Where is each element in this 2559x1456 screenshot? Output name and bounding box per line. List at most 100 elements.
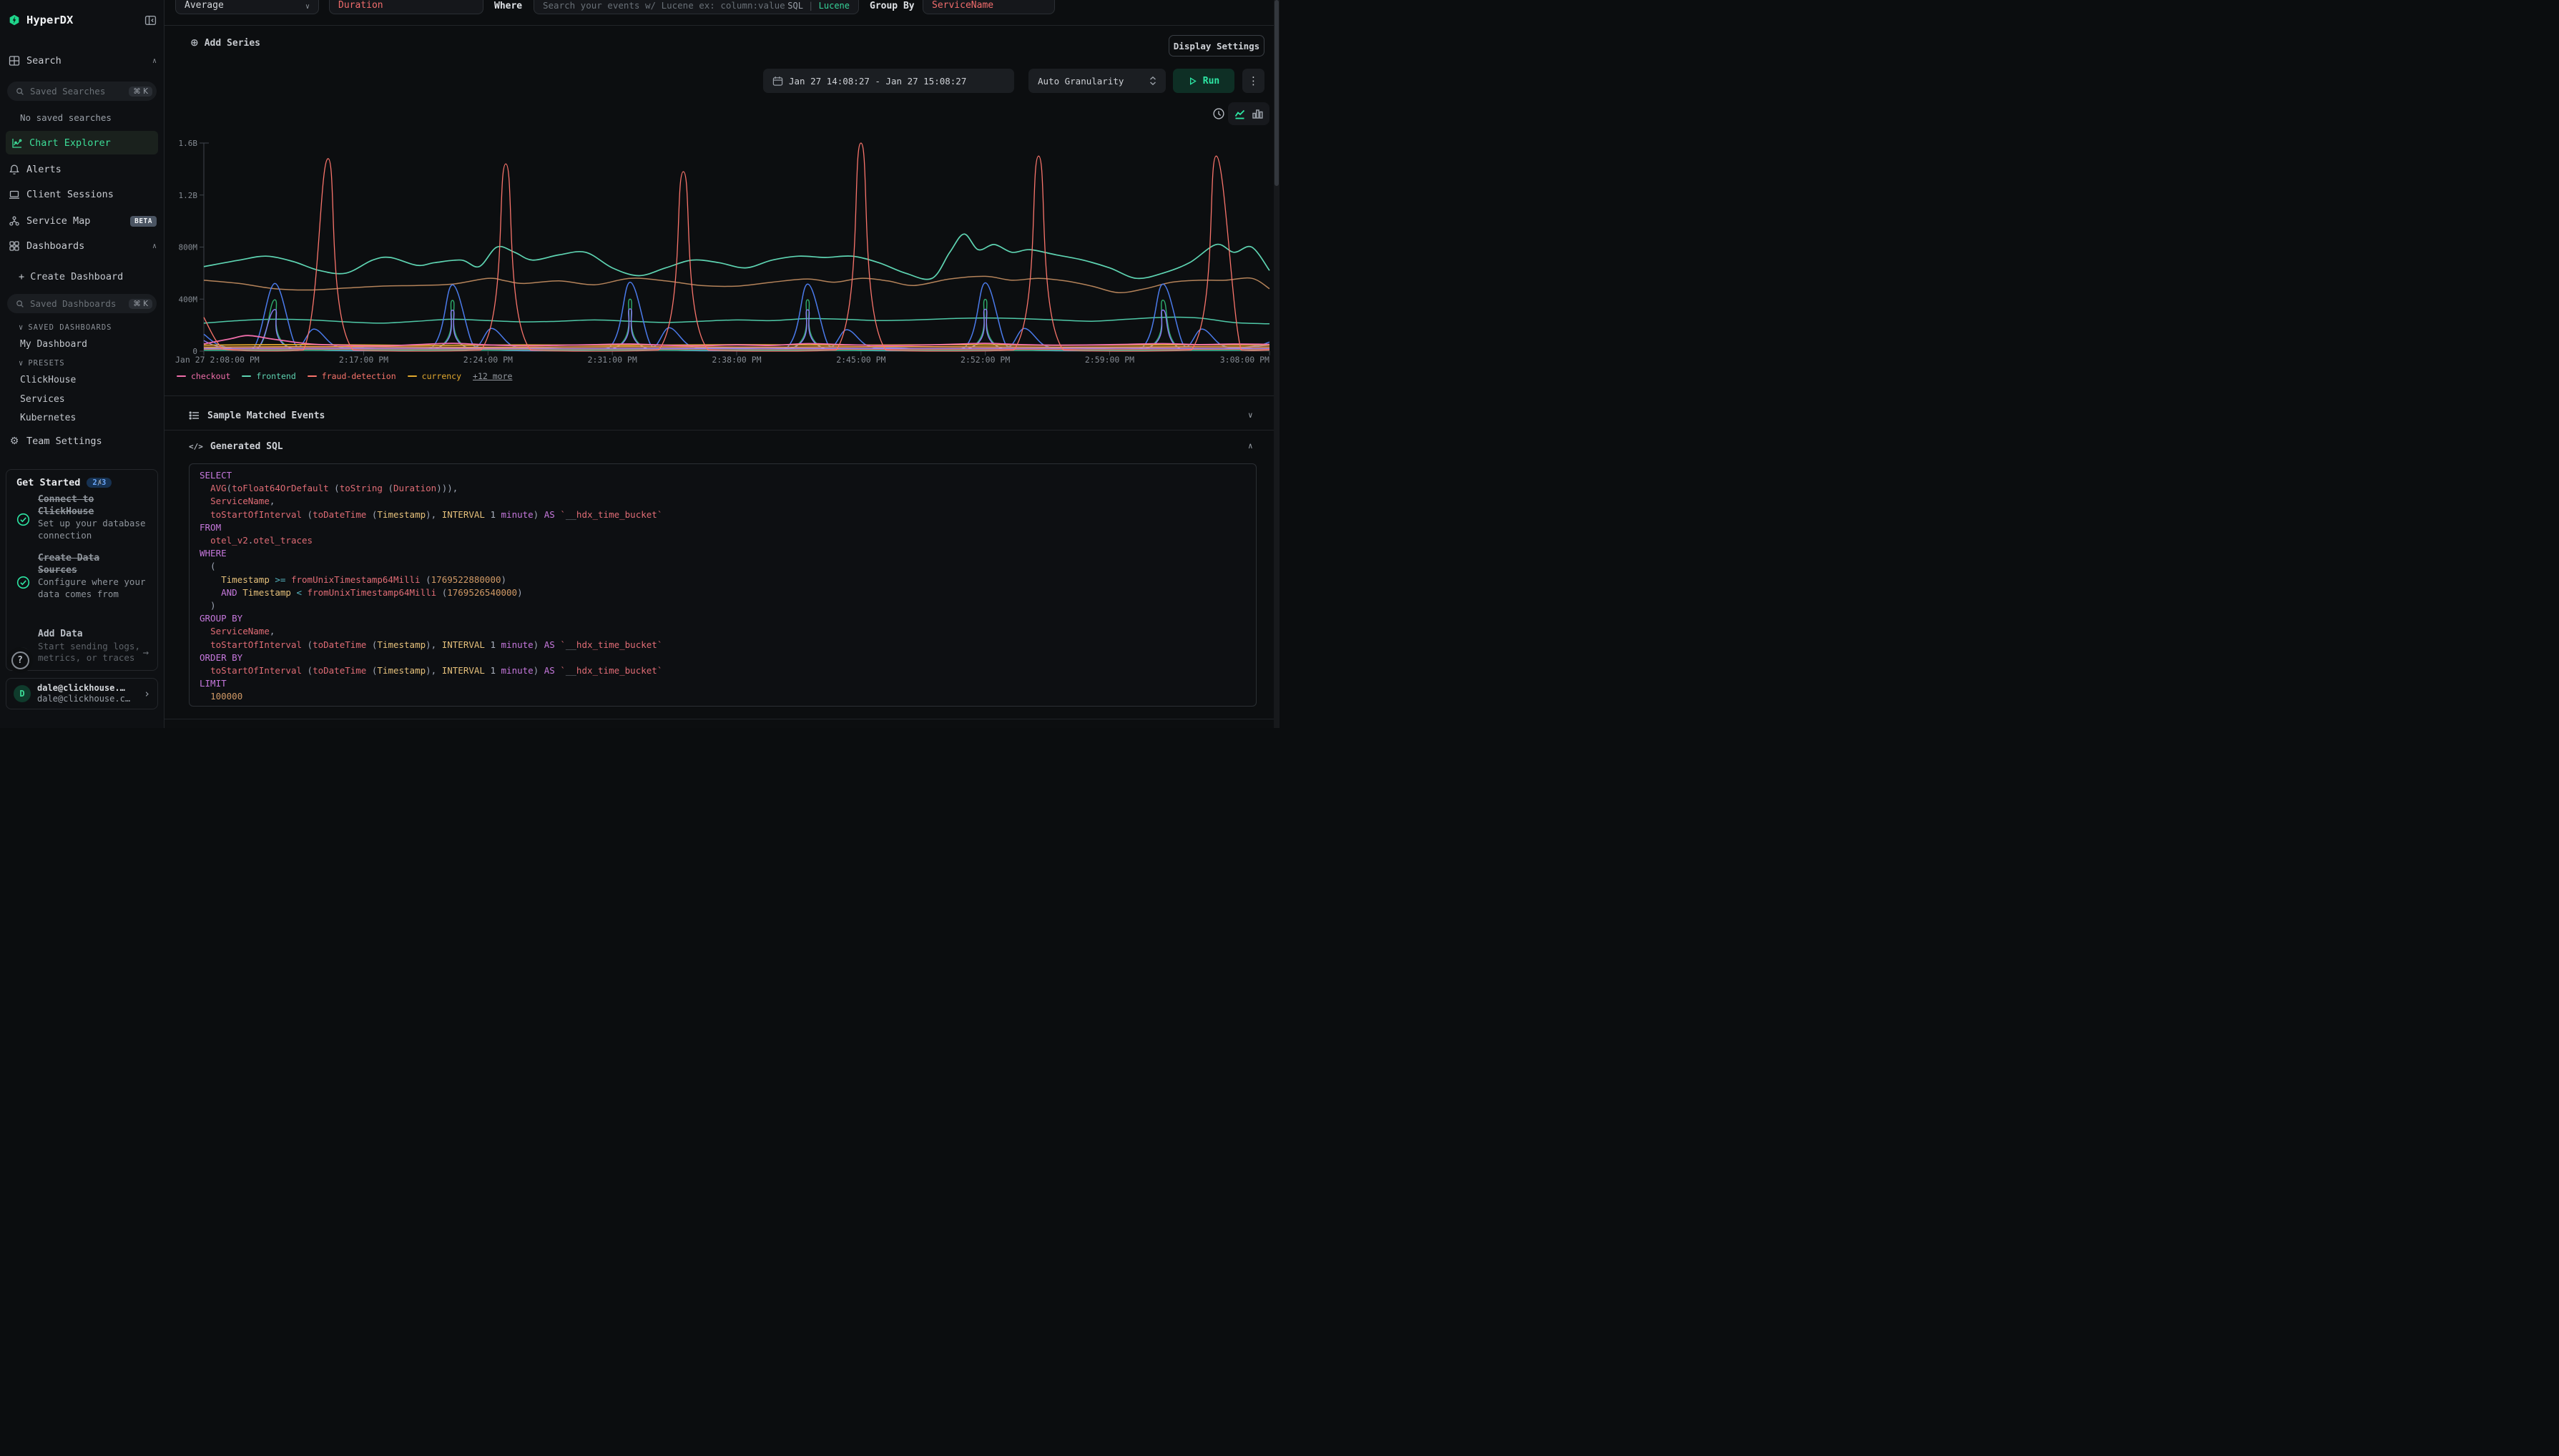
sidebar: HyperDX Search ∧ Saved Searches ⌘ K No s… [0, 0, 164, 728]
saved-searches-input[interactable]: Saved Searches ⌘ K [7, 82, 157, 101]
legend-label: checkout [191, 371, 230, 381]
sidebar-item-chart-explorer[interactable]: Chart Explorer [6, 131, 158, 154]
search-nav-icon [9, 55, 20, 67]
series-service-e [204, 282, 1269, 350]
scrollbar[interactable] [1274, 0, 1280, 728]
create-dashboard-button[interactable]: + Create Dashboard [19, 268, 157, 285]
user-email: dale@clickhouse.c… [37, 694, 130, 704]
sidebar-item-label: Service Map [26, 215, 90, 227]
sidebar-item-label: Client Sessions [26, 189, 114, 200]
x-axis-label: Jan 27 2:08:00 PM [175, 355, 260, 365]
sidebar-item-label: Search [26, 55, 62, 67]
sql-line: ServiceName, [200, 495, 1246, 508]
y-axis-label: 800M [179, 243, 198, 252]
bar-chart-icon[interactable] [1252, 108, 1264, 120]
generated-sql-code[interactable]: SELECT AVG(toFloat64OrDefault (toString … [189, 463, 1257, 707]
legend-label: fraud-detection [322, 371, 396, 381]
collapse-sidebar-button[interactable] [144, 14, 157, 26]
sidebar-item-clickhouse[interactable]: ClickHouse [20, 375, 76, 385]
sql-line: Timestamp >= fromUnixTimestamp64Milli (1… [200, 574, 1246, 586]
brand-row: HyperDX [9, 11, 157, 29]
legend-more-link[interactable]: +12 more [473, 371, 512, 381]
saved-dashboards-placeholder: Saved Dashboards [30, 298, 116, 309]
sidebar-item-dashboards[interactable]: Dashboards ∧ [9, 237, 157, 255]
help-button[interactable]: ? [7, 647, 33, 673]
chevron-down-icon: ∨ [19, 323, 24, 332]
granularity-select[interactable]: Auto Granularity [1028, 69, 1166, 93]
sidebar-item-team-settings[interactable]: ⚙ Team Settings [9, 433, 157, 450]
legend-item[interactable]: currency [408, 371, 461, 381]
arrow-right-icon: → [143, 647, 149, 659]
query-bar: Average ∨ Duration Where Search your eve… [164, 0, 1280, 26]
create-dashboard-label: + Create Dashboard [19, 271, 123, 282]
sidebar-item-search[interactable]: Search ∧ [9, 52, 157, 69]
sidebar-item-kubernetes[interactable]: Kubernetes [20, 413, 76, 423]
service-map-icon [9, 215, 20, 227]
kbd-shortcut: ⌘ K [129, 299, 152, 309]
group-by-input[interactable]: ServiceName [923, 0, 1055, 14]
x-axis-label: 2:45:00 PM [836, 355, 885, 365]
app-root: HyperDX Search ∧ Saved Searches ⌘ K No s… [0, 0, 1280, 728]
legend-swatch [308, 375, 317, 378]
search-query-input[interactable]: Search your events w/ Lucene ex: column:… [534, 0, 859, 14]
sidebar-item-label: Dashboards [26, 240, 84, 252]
timeseries-chart[interactable]: 1.6B1.2B800M400M0Jan 27 2:08:00 PM2:17:0… [164, 132, 1280, 371]
legend-item[interactable]: frontend [242, 371, 295, 381]
more-options-button[interactable]: ⋮ [1242, 69, 1264, 93]
chevron-up-icon[interactable]: ∧ [97, 478, 102, 486]
chevron-down-icon[interactable]: ∨ [1248, 410, 1253, 420]
sample-events-header[interactable]: Sample Matched Events [189, 405, 325, 426]
aggregation-value: Average [185, 0, 224, 11]
saved-dashboards-header[interactable]: ∨SAVED DASHBOARDS [19, 323, 112, 332]
generated-sql-header[interactable]: </> Generated SQL [189, 436, 283, 457]
up-down-chevron-icon [1149, 75, 1156, 87]
divider [164, 395, 1280, 396]
legend-item[interactable]: fraud-detection [308, 371, 396, 381]
run-button[interactable]: Run [1173, 69, 1234, 93]
presets-header[interactable]: ∨PRESETS [19, 359, 65, 368]
sidebar-item-label: Team Settings [26, 436, 102, 447]
chart-type-toggle [1228, 102, 1269, 125]
saved-dashboards-input[interactable]: Saved Dashboards ⌘ K [7, 294, 157, 313]
time-icon-button[interactable] [1212, 107, 1225, 120]
legend-swatch [408, 375, 417, 378]
sidebar-item-my-dashboard[interactable]: My Dashboard [20, 339, 87, 350]
legend-item[interactable]: checkout [177, 371, 230, 381]
sidebar-item-label: Chart Explorer [29, 137, 111, 149]
group-by-value: ServiceName [932, 0, 993, 11]
step-title: Connect to ClickHouse [38, 494, 138, 518]
sql-mode-toggle[interactable]: SQL [787, 1, 803, 11]
get-started-item-add-data[interactable]: Add Data Start sending logs, metrics, or… [38, 629, 147, 664]
add-series-label: Add Series [205, 38, 260, 49]
sidebar-item-alerts[interactable]: Alerts [9, 161, 157, 178]
get-started-item-connect[interactable]: Connect to ClickHouse Set up your databa… [38, 494, 147, 541]
dashboards-icon [9, 240, 20, 252]
divider [164, 430, 1280, 431]
add-series-button[interactable]: ⊕ Add Series [190, 37, 260, 49]
saved-searches-placeholder: Saved Searches [30, 86, 105, 97]
sidebar-item-services[interactable]: Services [20, 394, 65, 405]
sql-line: toStartOfInterval (toDateTime (Timestamp… [200, 508, 1246, 521]
code-icon: </> [189, 442, 203, 451]
step-title: Create Data Sources [38, 553, 138, 576]
user-account-card[interactable]: D dale@clickhouse.… dale@clickhouse.c… › [6, 678, 158, 709]
sidebar-item-client-sessions[interactable]: Client Sessions [9, 186, 157, 203]
line-chart-icon[interactable] [1234, 108, 1246, 120]
chevron-up-icon[interactable]: ∧ [152, 57, 157, 65]
check-circle-icon [16, 576, 30, 589]
scrollbar-thumb[interactable] [1274, 0, 1279, 186]
calendar-icon [772, 76, 783, 87]
sql-line: AVG(toFloat64OrDefault (toString (Durati… [200, 482, 1246, 495]
chevron-up-icon[interactable]: ∧ [152, 242, 157, 250]
get-started-item-sources[interactable]: Create Data Sources Configure where your… [38, 553, 147, 600]
field-input[interactable]: Duration [329, 0, 483, 14]
lucene-mode-toggle[interactable]: Lucene [819, 1, 850, 11]
list-icon [189, 410, 200, 421]
kbd-shortcut: ⌘ K [129, 87, 152, 97]
aggregation-select[interactable]: Average ∨ [175, 0, 319, 14]
chevron-up-icon[interactable]: ∧ [1248, 441, 1253, 451]
get-started-header[interactable]: Get Started 2/3 ∧ [16, 477, 112, 488]
sidebar-item-service-map[interactable]: Service Map BETA [9, 212, 157, 230]
display-settings-button[interactable]: Display Settings [1169, 35, 1264, 56]
date-range-button[interactable]: Jan 27 14:08:27 - Jan 27 15:08:27 [763, 69, 1014, 93]
